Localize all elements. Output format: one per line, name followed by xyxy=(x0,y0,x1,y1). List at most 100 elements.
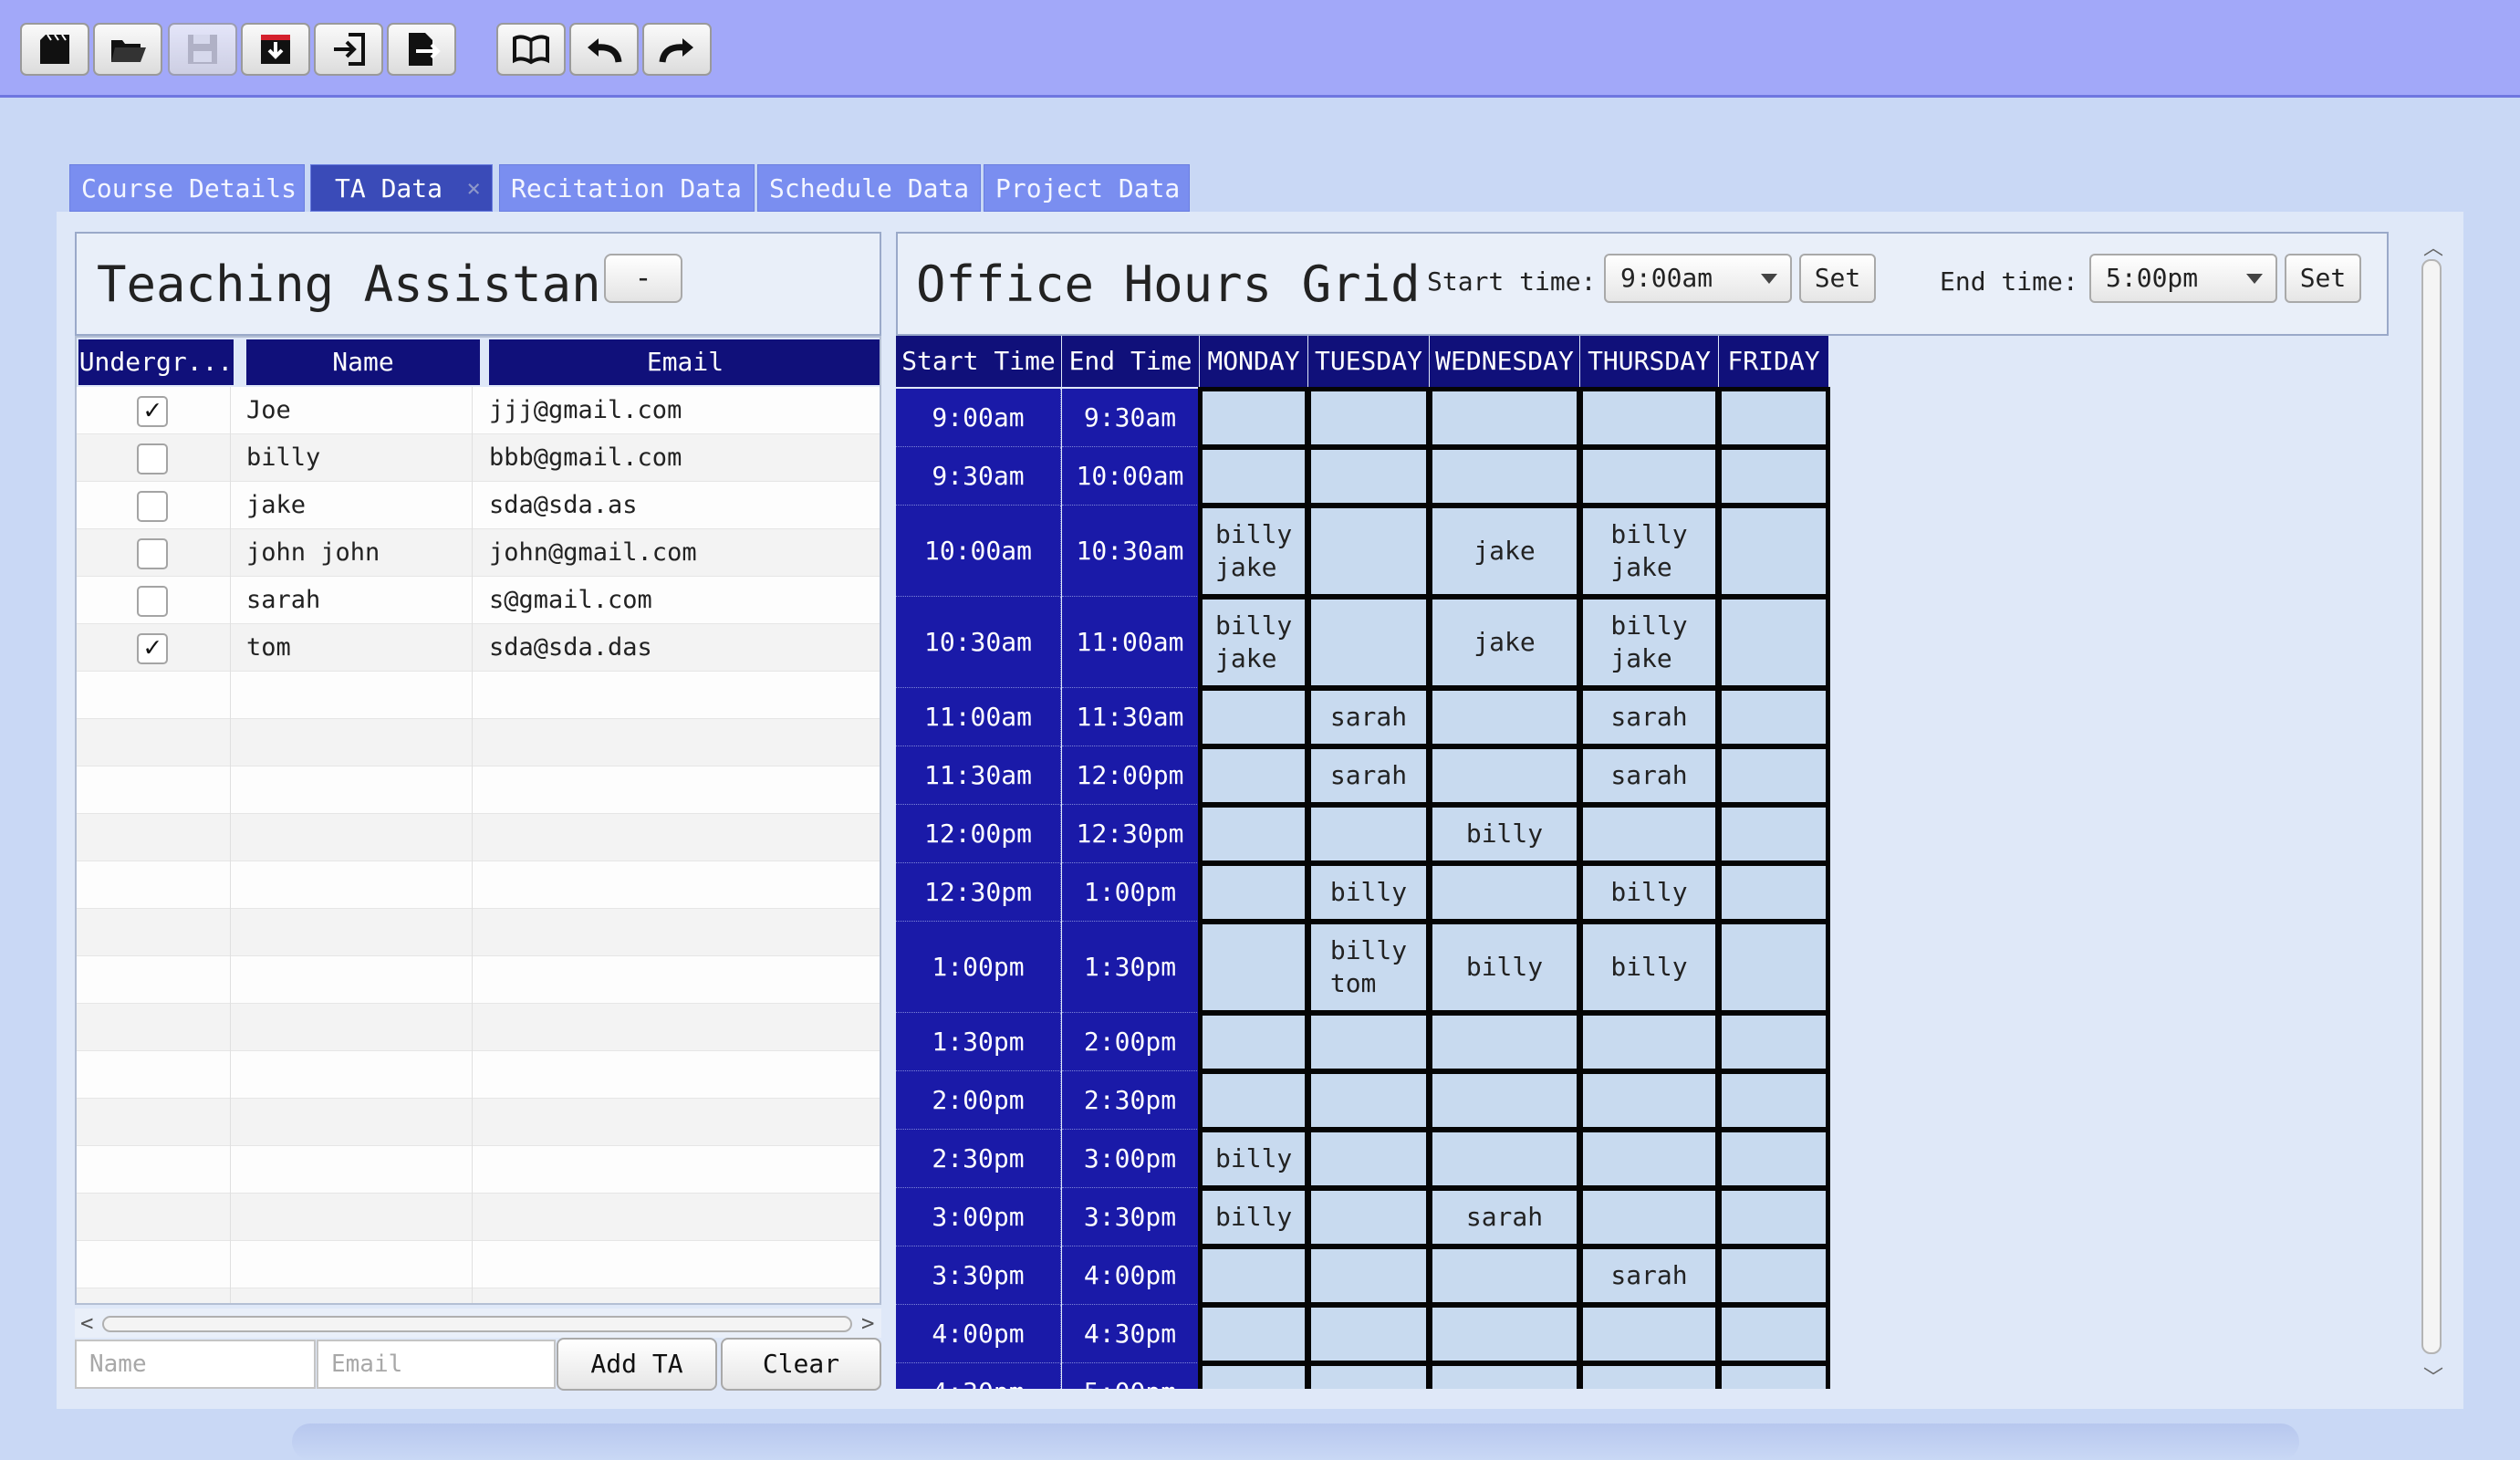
clear-button[interactable]: Clear xyxy=(721,1338,881,1391)
office-hour-slot[interactable] xyxy=(1198,1245,1309,1307)
table-row[interactable] xyxy=(77,814,880,861)
remove-ta-button[interactable]: - xyxy=(604,254,682,303)
redo-button[interactable] xyxy=(642,23,712,76)
office-hour-slot[interactable] xyxy=(1198,686,1309,748)
office-hour-slot[interactable] xyxy=(1198,803,1309,865)
start-time-select[interactable]: 9:00am xyxy=(1604,254,1792,303)
tab-recitation-data[interactable]: Recitation Data xyxy=(499,164,755,212)
office-hour-slot[interactable] xyxy=(1717,1069,1830,1132)
office-hour-slot[interactable] xyxy=(1717,1128,1830,1190)
table-row[interactable] xyxy=(77,1004,880,1051)
office-hour-slot[interactable] xyxy=(1428,445,1581,507)
office-hour-slot[interactable] xyxy=(1198,445,1309,507)
office-hour-slot[interactable] xyxy=(1578,1011,1720,1073)
office-hour-slot[interactable] xyxy=(1717,1245,1830,1307)
vertical-scrollbar[interactable]: ︿ ﹀ xyxy=(2418,232,2447,1390)
table-row[interactable] xyxy=(77,766,880,814)
save-button[interactable] xyxy=(168,23,237,76)
office-hour-slot[interactable] xyxy=(1428,387,1581,449)
undergrad-checkbox[interactable] xyxy=(137,491,168,522)
office-hour-slot[interactable] xyxy=(1717,504,1830,599)
tab-ta-data[interactable]: TA Data × xyxy=(310,164,493,212)
office-hour-slot[interactable]: jake xyxy=(1428,595,1581,690)
office-hour-slot[interactable] xyxy=(1717,1011,1830,1073)
office-hour-slot[interactable] xyxy=(1307,1011,1431,1073)
email-input[interactable] xyxy=(317,1340,556,1389)
office-hour-slot[interactable]: sarah xyxy=(1578,686,1720,748)
office-hour-slot[interactable]: billy xyxy=(1198,1128,1309,1190)
set-end-time-button[interactable]: Set xyxy=(2285,254,2361,303)
office-hour-slot[interactable] xyxy=(1717,445,1830,507)
tab-schedule-data[interactable]: Schedule Data xyxy=(757,164,981,212)
table-row[interactable]: ✓ tom sda@sda.das xyxy=(77,624,880,672)
tab-project-data[interactable]: Project Data xyxy=(984,164,1190,212)
office-hour-slot[interactable] xyxy=(1717,1361,1830,1389)
office-hour-slot[interactable]: billy xyxy=(1198,1186,1309,1248)
table-row[interactable] xyxy=(77,909,880,956)
table-row[interactable]: ✓ Joe jjj@gmail.com xyxy=(77,387,880,434)
office-hour-slot[interactable] xyxy=(1307,1128,1431,1190)
name-input[interactable] xyxy=(75,1340,316,1389)
scrollbar-thumb[interactable] xyxy=(102,1316,852,1332)
table-row[interactable] xyxy=(77,1099,880,1146)
table-row[interactable] xyxy=(77,956,880,1004)
save-as-button[interactable] xyxy=(241,23,310,76)
office-hour-slot[interactable] xyxy=(1307,445,1431,507)
office-hour-slot[interactable] xyxy=(1717,1186,1830,1248)
table-row[interactable] xyxy=(77,1241,880,1288)
office-hour-slot[interactable] xyxy=(1578,387,1720,449)
office-hour-slot[interactable]: billy jake xyxy=(1198,504,1309,599)
column-header-undergrad[interactable]: Undergr... xyxy=(78,339,234,385)
office-hour-slot[interactable]: billy jake xyxy=(1198,595,1309,690)
office-hour-slot[interactable] xyxy=(1578,803,1720,865)
table-row[interactable]: sarah s@gmail.com xyxy=(77,577,880,624)
office-hour-slot[interactable] xyxy=(1198,861,1309,923)
office-hour-slot[interactable] xyxy=(1198,1011,1309,1073)
office-hour-slot[interactable] xyxy=(1307,595,1431,690)
undergrad-checkbox[interactable] xyxy=(137,443,168,474)
office-hour-slot[interactable] xyxy=(1198,1069,1309,1132)
table-row[interactable] xyxy=(77,1051,880,1099)
office-hour-slot[interactable] xyxy=(1428,1011,1581,1073)
table-row[interactable]: john john john@gmail.com xyxy=(77,529,880,577)
undergrad-checkbox[interactable] xyxy=(137,586,168,617)
office-hour-slot[interactable] xyxy=(1578,1303,1720,1365)
office-hour-slot[interactable] xyxy=(1307,387,1431,449)
office-hour-slot[interactable]: billy xyxy=(1578,920,1720,1015)
office-hour-slot[interactable]: jake xyxy=(1428,504,1581,599)
office-hour-slot[interactable] xyxy=(1307,1186,1431,1248)
office-hour-slot[interactable] xyxy=(1428,1361,1581,1389)
table-row[interactable] xyxy=(77,719,880,766)
office-hour-slot[interactable] xyxy=(1428,1069,1581,1132)
office-hour-slot[interactable] xyxy=(1428,1303,1581,1365)
office-hour-slot[interactable]: billy jake xyxy=(1578,595,1720,690)
office-hour-slot[interactable] xyxy=(1717,686,1830,748)
end-time-select[interactable]: 5:00pm xyxy=(2089,254,2277,303)
office-hour-slot[interactable] xyxy=(1717,861,1830,923)
office-hour-slot[interactable]: sarah xyxy=(1578,1245,1720,1307)
office-hour-slot[interactable] xyxy=(1428,861,1581,923)
office-hour-slot[interactable] xyxy=(1198,920,1309,1015)
office-hour-slot[interactable]: sarah xyxy=(1307,745,1431,807)
office-hour-slot[interactable] xyxy=(1307,803,1431,865)
table-row[interactable] xyxy=(77,1288,880,1303)
office-hour-slot[interactable]: sarah xyxy=(1307,686,1431,748)
table-row[interactable]: billy bbb@gmail.com xyxy=(77,434,880,482)
office-hour-slot[interactable]: billy xyxy=(1307,861,1431,923)
set-start-time-button[interactable]: Set xyxy=(1799,254,1876,303)
office-hour-slot[interactable] xyxy=(1578,1361,1720,1389)
export-button[interactable] xyxy=(387,23,456,76)
office-hour-slot[interactable] xyxy=(1717,1303,1830,1365)
office-hour-slot[interactable]: sarah xyxy=(1578,745,1720,807)
office-hour-slot[interactable] xyxy=(1578,1069,1720,1132)
office-hour-slot[interactable] xyxy=(1198,745,1309,807)
office-hour-slot[interactable] xyxy=(1717,803,1830,865)
office-hour-slot[interactable] xyxy=(1198,1361,1309,1389)
new-button[interactable] xyxy=(20,23,89,76)
table-row[interactable] xyxy=(77,861,880,909)
office-hour-slot[interactable] xyxy=(1578,1186,1720,1248)
office-hour-slot[interactable]: billy xyxy=(1428,803,1581,865)
office-hour-slot[interactable] xyxy=(1307,1303,1431,1365)
office-hour-slot[interactable] xyxy=(1198,387,1309,449)
office-hour-slot[interactable]: billy xyxy=(1578,861,1720,923)
